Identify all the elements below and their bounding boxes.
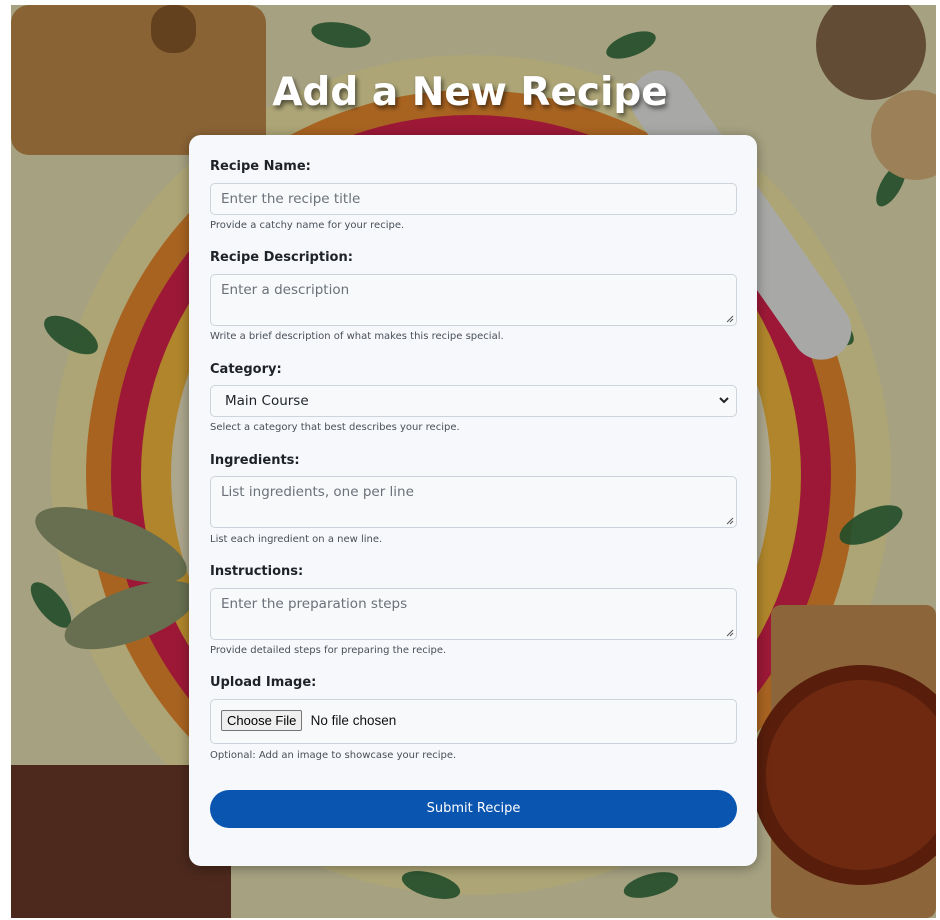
recipe-description-label: Recipe Description:	[210, 250, 353, 265]
category-selected-value: Main Course	[225, 393, 309, 409]
recipe-name-placeholder: Enter the recipe title	[221, 191, 361, 207]
resize-handle-icon[interactable]	[726, 517, 734, 525]
instructions-textarea[interactable]: Enter the preparation steps	[210, 588, 737, 640]
recipe-form: Recipe Name: Enter the recipe title Prov…	[189, 135, 757, 866]
upload-image-help: Optional: Add an image to showcase your …	[210, 750, 457, 761]
category-label: Category:	[210, 362, 282, 377]
file-status-text: No file chosen	[310, 713, 397, 728]
instructions-label: Instructions:	[210, 564, 304, 579]
recipe-name-input[interactable]: Enter the recipe title	[210, 183, 737, 215]
ingredients-help: List each ingredient on a new line.	[210, 534, 383, 545]
upload-image-input: Choose File No file chosen	[210, 699, 737, 744]
recipe-name-help: Provide a catchy name for your recipe.	[210, 220, 405, 231]
resize-handle-icon[interactable]	[726, 629, 734, 637]
page-title: Add a New Recipe	[272, 70, 668, 115]
recipe-name-label: Recipe Name:	[210, 159, 311, 174]
category-select[interactable]: Main Course	[210, 385, 737, 417]
choose-file-button[interactable]: Choose File	[221, 710, 303, 731]
ingredients-textarea[interactable]: List ingredients, one per line	[210, 476, 737, 528]
upload-image-label: Upload Image:	[210, 675, 317, 690]
chevron-down-icon	[719, 397, 729, 404]
resize-handle-icon[interactable]	[726, 315, 734, 323]
ingredients-placeholder: List ingredients, one per line	[221, 484, 414, 500]
category-help: Select a category that best describes yo…	[210, 422, 460, 433]
ingredients-label: Ingredients:	[210, 453, 300, 468]
submit-recipe-button[interactable]: Submit Recipe	[210, 790, 737, 828]
recipe-description-placeholder: Enter a description	[221, 282, 350, 298]
instructions-placeholder: Enter the preparation steps	[221, 596, 408, 612]
instructions-help: Provide detailed steps for preparing the…	[210, 645, 447, 656]
recipe-description-help: Write a brief description of what makes …	[210, 331, 504, 342]
recipe-description-textarea[interactable]: Enter a description	[210, 274, 737, 326]
